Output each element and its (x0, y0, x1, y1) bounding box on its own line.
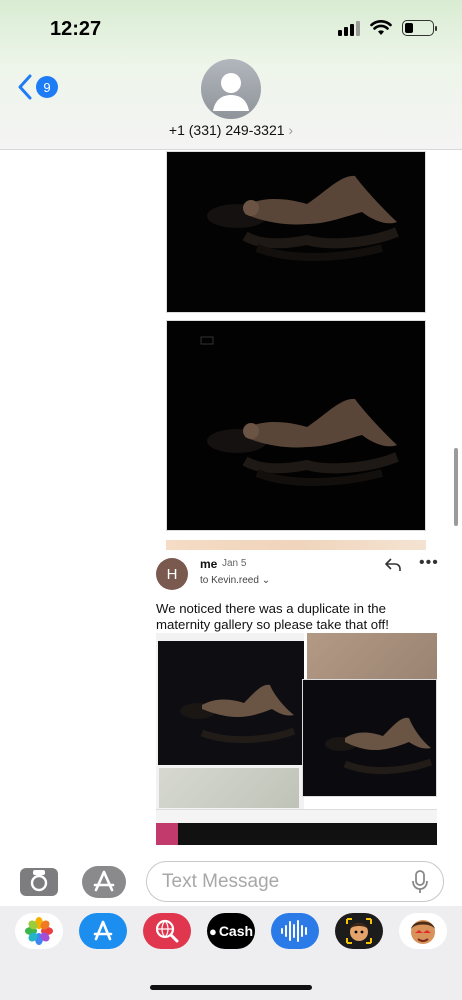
chevron-left-icon (18, 74, 32, 100)
maternity-photo (167, 321, 425, 530)
animoji-button[interactable] (399, 913, 447, 949)
apple-cash-icon: ● Cash (208, 923, 254, 939)
audio-message-icon (281, 920, 307, 942)
image-attachment-partial[interactable] (166, 540, 426, 550)
reply-icon (385, 558, 401, 571)
animoji-icon (411, 920, 435, 944)
apple-cash-label: Cash (218, 923, 254, 939)
chevron-down-icon: ⌄ (261, 575, 271, 586)
messages-screen: 12:27 9 +1 (331) 249-3321 › H me Jan 5 t… (0, 0, 462, 1000)
status-icons (338, 20, 437, 36)
monitor-bezel (156, 823, 437, 845)
person-icon (213, 73, 249, 111)
battery-icon (402, 20, 437, 36)
image-attachment[interactable] (166, 151, 426, 313)
scroll-indicator[interactable] (454, 448, 458, 526)
contact-name: +1 (331) 249-3321 (168, 122, 285, 138)
maternity-photo (167, 152, 425, 312)
camera-icon (30, 870, 48, 892)
audio-message-button[interactable] (271, 913, 319, 949)
home-indicator[interactable] (150, 985, 312, 990)
email-sender-avatar: H (156, 558, 188, 590)
camera-button[interactable] (20, 868, 58, 896)
contact-avatar[interactable] (201, 59, 261, 119)
apple-cash-button[interactable]: ● Cash (207, 913, 255, 949)
image-attachment[interactable] (166, 320, 426, 531)
app-store-icon (93, 920, 113, 941)
cellular-signal-icon (338, 20, 360, 36)
composer-bar (0, 856, 462, 906)
app-store-app-button[interactable] (79, 913, 127, 949)
email-sender: me (200, 557, 218, 571)
memoji-button[interactable] (335, 913, 383, 949)
email-recipient: to Kevin.reed ⌄ (200, 575, 270, 586)
status-time: 12:27 (50, 18, 102, 40)
conversation-header: 12:27 9 +1 (331) 249-3321 › (0, 0, 462, 150)
monitor-photo-b (159, 768, 299, 808)
photos-app-icon (25, 917, 53, 945)
email-date: Jan 5 (222, 558, 247, 569)
message-input[interactable] (146, 861, 444, 902)
chevron-right-icon: › (288, 122, 294, 138)
unread-count-badge: 9 (36, 76, 58, 98)
photos-app-button[interactable] (15, 913, 63, 949)
app-store-button[interactable] (82, 866, 126, 898)
monitor-taskbar (156, 809, 437, 823)
back-button[interactable]: 9 (18, 74, 58, 100)
email-recipient-text: to Kevin.reed (200, 575, 259, 586)
email-screenshot-attachment[interactable]: H me Jan 5 to Kevin.reed ⌄ ••• We notice… (150, 551, 442, 856)
email-body: We noticed there was a duplicate in the … (156, 601, 389, 632)
wifi-icon (370, 20, 392, 35)
contact-name-button[interactable]: +1 (331) 249-3321 › (0, 122, 462, 138)
microphone-icon[interactable] (412, 870, 428, 894)
monitor-photo-c (302, 679, 437, 797)
monitor-photo (156, 633, 437, 845)
message-thread[interactable]: H me Jan 5 to Kevin.reed ⌄ ••• We notice… (0, 151, 462, 856)
pink-object (156, 823, 178, 845)
more-options-icon: ••• (419, 554, 439, 571)
memoji-icon (346, 918, 372, 944)
imessage-app-drawer: ● Cash (0, 906, 462, 1000)
web-search-app-button[interactable] (143, 913, 191, 949)
web-search-app-icon (155, 919, 179, 943)
monitor-photo-a (158, 641, 304, 765)
monitor-photo-fabric (307, 633, 437, 679)
app-store-icon (93, 870, 115, 892)
